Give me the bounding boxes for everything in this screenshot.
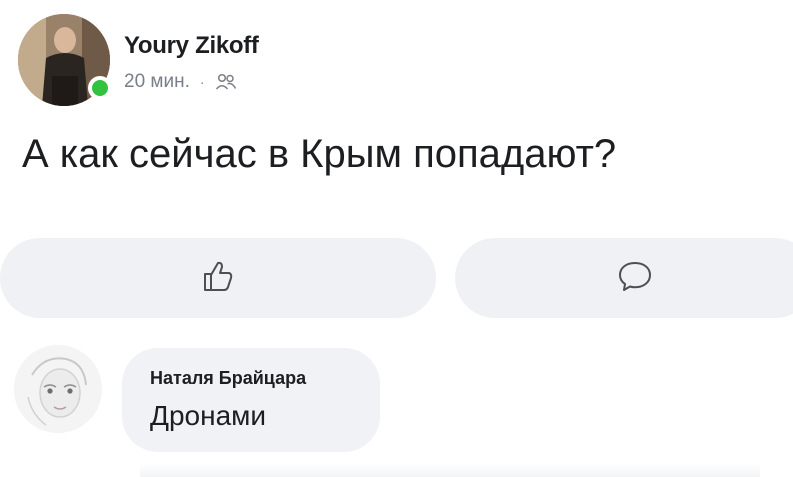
- commenter-avatar[interactable]: [14, 345, 102, 433]
- speech-bubble-icon: [617, 258, 653, 299]
- comment-bubble[interactable]: Наталя Брайцара Дронами: [122, 348, 380, 452]
- post-text: А как сейчас в Крым попадают?: [22, 132, 617, 176]
- author-name[interactable]: Youry Zikoff: [124, 32, 259, 60]
- online-status-indicator: [88, 76, 112, 100]
- comment-text: Дронами: [150, 400, 267, 431]
- next-content-edge: [140, 463, 760, 477]
- post-screen: Youry Zikoff 20 мин. · А как сейчас в Кр…: [0, 0, 793, 477]
- post-meta: 20 мин. ·: [124, 70, 237, 94]
- post-time[interactable]: 20 мин.: [124, 71, 190, 93]
- like-button[interactable]: [0, 238, 436, 318]
- thumbs-up-icon: [200, 258, 236, 299]
- comment-author-name[interactable]: Наталя Брайцара: [150, 368, 306, 389]
- comment-button[interactable]: [455, 238, 793, 318]
- friends-icon[interactable]: [215, 73, 237, 91]
- meta-separator: ·: [199, 74, 205, 90]
